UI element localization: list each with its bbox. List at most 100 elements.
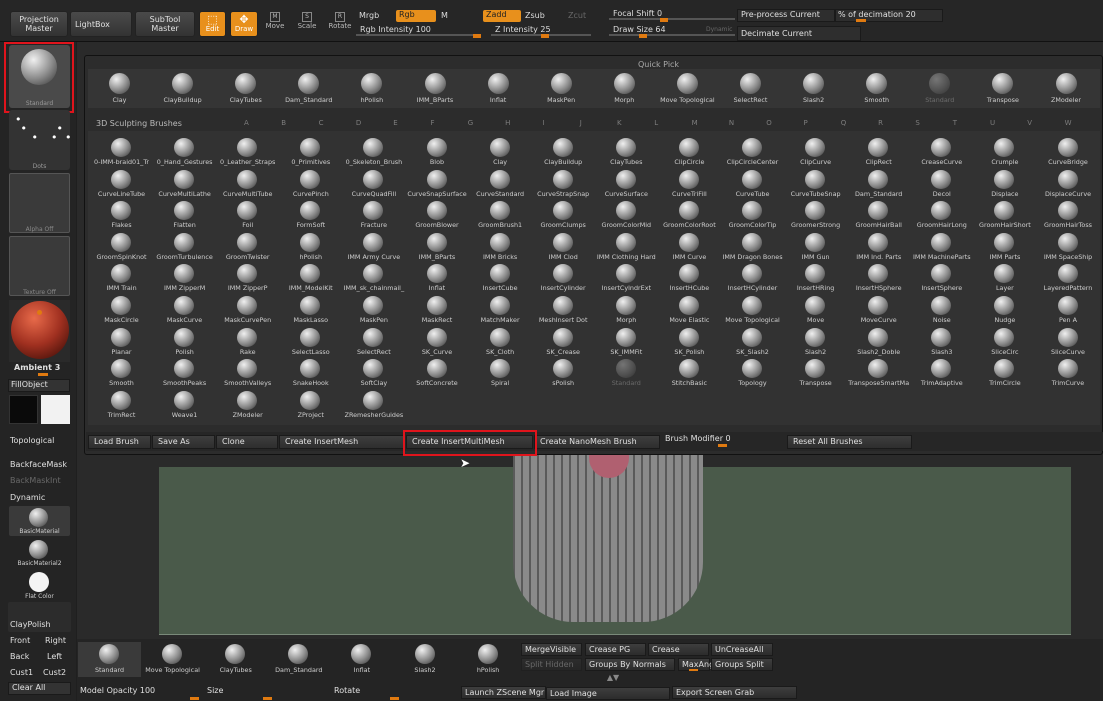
backmaskint-slider[interactable]: BackMaskInt [10, 476, 61, 485]
letter-filter-v[interactable]: V [1027, 119, 1032, 127]
brush-imm-bricks[interactable]: IMM Bricks [469, 231, 532, 263]
brush-sk-slash2[interactable]: SK_Slash2 [721, 326, 784, 358]
zcut-toggle[interactable]: Zcut [568, 11, 586, 20]
brush-topology[interactable]: Topology [721, 357, 784, 389]
rgb-intensity-slider[interactable]: Rgb Intensity 100 [356, 24, 481, 38]
brush-groomtwister[interactable]: GroomTwister [216, 231, 279, 263]
letter-filter-g[interactable]: G [468, 119, 473, 127]
tray-brush-dam-standard[interactable]: Dam_Standard [267, 642, 330, 677]
letter-filter-u[interactable]: U [990, 119, 995, 127]
letter-filter-b[interactable]: B [281, 119, 286, 127]
brush-sk-curve[interactable]: SK_Curve [406, 326, 469, 358]
brush-claytubes[interactable]: ClayTubes [595, 136, 658, 168]
brush-imm-zipperp[interactable]: IMM ZipperP [216, 262, 279, 294]
quick-pick-dam-standard[interactable]: Dam_Standard [277, 70, 340, 106]
brush-stitchbasic[interactable]: StitchBasic [658, 357, 721, 389]
brush-groomcolortip[interactable]: GroomColorTip [721, 199, 784, 231]
quick-pick-slash2[interactable]: Slash2 [782, 70, 845, 106]
brush-sk-crease[interactable]: SK_Crease [532, 326, 595, 358]
brush-maskcircle[interactable]: MaskCircle [90, 294, 153, 326]
rotate-button[interactable]: R Rotate [327, 12, 353, 36]
groups-by-normals-button[interactable]: Groups By Normals [585, 658, 675, 671]
brush-softclay[interactable]: SoftClay [342, 357, 405, 389]
size-slider[interactable]: Size [205, 686, 330, 700]
brush-zmodeler[interactable]: ZModeler [216, 389, 279, 421]
quick-pick-zmodeler[interactable]: ZModeler [1035, 70, 1098, 106]
collapse-arrow-icon[interactable]: ▲▼ [598, 673, 628, 683]
brush-weave1[interactable]: Weave1 [153, 389, 216, 421]
brush-claybuildup[interactable]: ClayBuildup [532, 136, 595, 168]
z-intensity-knob[interactable] [541, 34, 549, 38]
tray-brush-claytubes[interactable]: ClayTubes [204, 642, 267, 677]
brush-polish[interactable]: Polish [153, 326, 216, 358]
crease-pg-button[interactable]: Crease PG [585, 643, 646, 656]
brush-foil[interactable]: Foil [216, 199, 279, 231]
brush-snakehook[interactable]: SnakeHook [279, 357, 342, 389]
brush-maskcurve[interactable]: MaskCurve [153, 294, 216, 326]
letter-filter-f[interactable]: F [431, 119, 435, 127]
cust1-button[interactable]: Cust1 [10, 668, 33, 677]
brush-imm-dragon-bones[interactable]: IMM Dragon Bones [721, 231, 784, 263]
z-intensity-slider[interactable]: Z Intensity 25 [491, 24, 591, 38]
brush-0-primitives[interactable]: 0_Primitives [279, 136, 342, 168]
brush-trimadaptive[interactable]: TrimAdaptive [910, 357, 973, 389]
brush-curvebridge[interactable]: CurveBridge [1037, 136, 1100, 168]
brush-groomcolorroot[interactable]: GroomColorRoot [658, 199, 721, 231]
letter-filter-t[interactable]: T [953, 119, 957, 127]
focal-shift-knob[interactable] [660, 18, 668, 22]
brush-groomclumps[interactable]: GroomClumps [532, 199, 595, 231]
brush-inserthcube[interactable]: InsertHCube [658, 262, 721, 294]
letter-filter-h[interactable]: H [505, 119, 510, 127]
tray-brush-standard[interactable]: Standard [78, 642, 141, 677]
brush-imm-clod[interactable]: IMM Clod [532, 231, 595, 263]
brush-groomcolormid[interactable]: GroomColorMid [595, 199, 658, 231]
brush-smoothvalleys[interactable]: SmoothValleys [216, 357, 279, 389]
brush-meshinsert-dot[interactable]: MeshInsert Dot [532, 294, 595, 326]
letter-filter-j[interactable]: J [580, 119, 582, 127]
brush-pen-a[interactable]: Pen A [1037, 294, 1100, 326]
right-button[interactable]: Right [45, 636, 66, 645]
brush-clay[interactable]: Clay [469, 136, 532, 168]
create-nanomesh-brush-button[interactable]: Create NanoMesh Brush [534, 435, 660, 449]
main-color-swatch[interactable] [9, 395, 38, 424]
clear-all-button[interactable]: Clear All [8, 682, 71, 695]
brush-slash2[interactable]: Slash2 [784, 326, 847, 358]
clone-button[interactable]: Clone [216, 435, 278, 449]
brush-zproject[interactable]: ZProject [279, 389, 342, 421]
brush-groomerstrong[interactable]: GroomerStrong [784, 199, 847, 231]
brush-curvelinetube[interactable]: CurveLineTube [90, 168, 153, 200]
cust2-button[interactable]: Cust2 [43, 668, 66, 677]
brush-maskrect[interactable]: MaskRect [406, 294, 469, 326]
brush-curvetube[interactable]: CurveTube [721, 168, 784, 200]
brush-insertsphere[interactable]: InsertSphere [910, 262, 973, 294]
brush-groomspinknot[interactable]: GroomSpinKnot [90, 231, 153, 263]
letter-filter-d[interactable]: D [356, 119, 361, 127]
brush-softconcrete[interactable]: SoftConcrete [406, 357, 469, 389]
brush-matchmaker[interactable]: MatchMaker [469, 294, 532, 326]
brush-cliprect[interactable]: ClipRect [847, 136, 910, 168]
brush-hpolish[interactable]: hPolish [279, 231, 342, 263]
topological-toggle[interactable]: Topological [10, 436, 54, 445]
load-image-button[interactable]: Load Image [546, 687, 670, 700]
model-opacity-slider[interactable]: Model Opacity 100 [78, 686, 203, 700]
brush-flatten[interactable]: Flatten [153, 199, 216, 231]
lightbox-button[interactable]: LightBox [70, 11, 132, 37]
maxangle-slider[interactable]: MaxAng [678, 658, 714, 671]
brush-imm-zipperm[interactable]: IMM ZipperM [153, 262, 216, 294]
brush-curvestandard[interactable]: CurveStandard [469, 168, 532, 200]
brush-smooth[interactable]: Smooth [90, 357, 153, 389]
brush-insertcube[interactable]: InsertCube [469, 262, 532, 294]
brush-slash2-doble[interactable]: Slash2_Doble [847, 326, 910, 358]
basicmaterial2-button[interactable]: BasicMaterial2 [9, 538, 70, 568]
brush-imm-gun[interactable]: IMM Gun [784, 231, 847, 263]
focal-shift-slider[interactable]: Focal Shift 0 [609, 8, 735, 22]
brush-trimcircle[interactable]: TrimCircle [973, 357, 1036, 389]
brush-0-leather-straps[interactable]: 0_Leather_Straps [216, 136, 279, 168]
preprocess-current-button[interactable]: Pre-process Current [737, 9, 835, 22]
brush-spiral[interactable]: Spiral [469, 357, 532, 389]
brush-transpose[interactable]: Transpose [784, 357, 847, 389]
brush-smoothpeaks[interactable]: SmoothPeaks [153, 357, 216, 389]
brush-formsoft[interactable]: FormSoft [279, 199, 342, 231]
brush-blob[interactable]: Blob [406, 136, 469, 168]
brush-insertcylndrext[interactable]: InsertCylndrExt [595, 262, 658, 294]
